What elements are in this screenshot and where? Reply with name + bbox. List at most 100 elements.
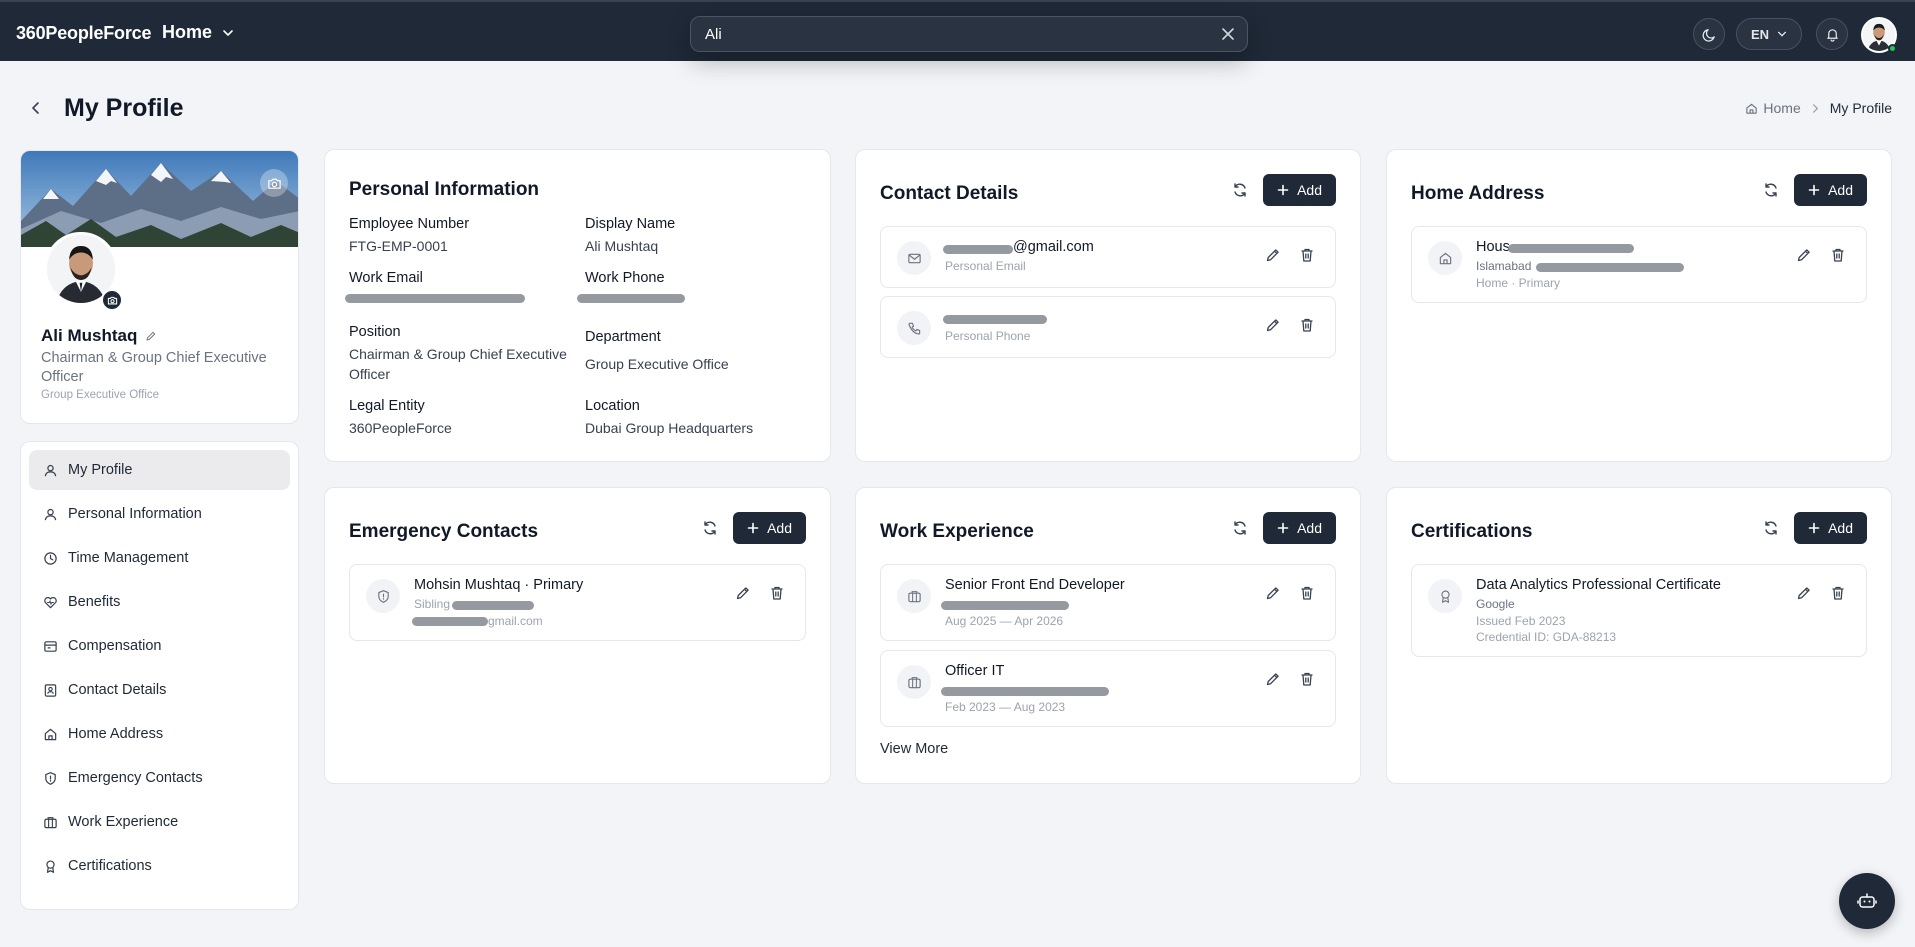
item-actions — [1265, 317, 1315, 333]
sidebar-item-certifications[interactable]: Certifications — [29, 846, 290, 886]
sidebar-item-label: Contact Details — [68, 682, 167, 698]
work-phone-label: Work Phone — [585, 270, 665, 286]
sidebar-item-contact-details[interactable]: Contact Details — [29, 670, 290, 710]
contact-details-title: Contact Details — [880, 183, 1019, 204]
breadcrumb-home-label: Home — [1763, 100, 1801, 116]
refresh-icon[interactable] — [1231, 519, 1249, 537]
add-certification-button[interactable]: Add — [1794, 512, 1867, 544]
edit-icon[interactable] — [1796, 585, 1812, 601]
breadcrumb-home-link[interactable]: Home — [1745, 100, 1801, 116]
work-experience-title: Work Experience — [880, 521, 1034, 542]
search-input[interactable] — [705, 17, 1205, 51]
sidebar-item-personal-information[interactable]: Personal Information — [29, 494, 290, 534]
item-actions — [1265, 671, 1315, 687]
notifications-button[interactable] — [1816, 18, 1848, 50]
work-experience-actions: Add — [1231, 512, 1336, 544]
personal-information-card: Personal Information Employee Number FTG… — [324, 149, 831, 462]
add-emergency-contact-button[interactable]: Add — [733, 512, 806, 544]
chevron-down-icon — [1778, 31, 1787, 37]
legal-entity-label: Legal Entity — [349, 398, 425, 414]
emergency-email-redacted — [412, 617, 488, 626]
refresh-icon[interactable] — [1231, 181, 1249, 199]
back-arrow-icon[interactable] — [28, 100, 44, 116]
sidebar-item-emergency-contacts[interactable]: Emergency Contacts — [29, 758, 290, 798]
work-experience-item: Senior Front End Developer Aug 2025 — Ap… — [880, 564, 1336, 641]
edit-icon[interactable] — [1265, 317, 1281, 333]
theme-toggle-button[interactable] — [1693, 18, 1725, 50]
legal-entity-value: 360PeopleForce — [349, 420, 452, 436]
award-icon — [46, 859, 55, 873]
brand-logo[interactable]: 360PeopleForce — [16, 23, 151, 44]
delete-icon[interactable] — [1299, 317, 1315, 333]
edit-icon[interactable] — [1796, 247, 1812, 263]
home-menu-label: Home — [162, 22, 213, 42]
add-work-experience-button[interactable]: Add — [1263, 512, 1336, 544]
home-menu-dropdown[interactable]: Home — [162, 22, 234, 43]
bell-icon — [1826, 28, 1838, 42]
contact-card-icon — [44, 683, 57, 697]
sidebar-item-benefits[interactable]: Benefits — [29, 582, 290, 622]
home-address-title: Home Address — [1411, 183, 1545, 204]
sidebar-item-my-profile[interactable]: My Profile — [29, 450, 290, 490]
profile-department: Group Executive Office — [41, 389, 160, 401]
briefcase-icon — [907, 676, 921, 688]
heart-icon — [44, 596, 57, 608]
email-redacted — [943, 245, 1013, 254]
item-icon-wrap — [897, 311, 931, 345]
work-email-redacted — [345, 294, 525, 303]
add-contact-button[interactable]: Add — [1263, 174, 1336, 206]
robot-icon — [1857, 893, 1877, 908]
address-title: Hous — [1476, 239, 1510, 255]
work-experience-item: Officer IT Feb 2023 — Aug 2023 — [880, 650, 1336, 727]
language-selector[interactable]: EN — [1736, 18, 1802, 50]
view-more-link[interactable]: View More — [880, 741, 948, 757]
item-actions — [1265, 247, 1315, 263]
add-address-button[interactable]: Add — [1794, 174, 1867, 206]
delete-icon[interactable] — [1830, 247, 1846, 263]
delete-icon[interactable] — [1299, 585, 1315, 601]
user-icon — [44, 464, 57, 476]
refresh-icon[interactable] — [1762, 181, 1780, 199]
home-address-actions: Add — [1762, 174, 1867, 206]
refresh-icon[interactable] — [701, 519, 719, 537]
change-cover-button[interactable] — [260, 169, 288, 197]
emergency-contact-email: gmail.com — [488, 614, 543, 628]
edit-icon[interactable] — [1265, 585, 1281, 601]
shield-icon — [45, 771, 56, 785]
certifications-actions: Add — [1762, 512, 1867, 544]
sidebar-item-work-experience[interactable]: Work Experience — [29, 802, 290, 842]
sidebar-item-home-address[interactable]: Home Address — [29, 714, 290, 754]
plus-icon — [747, 522, 759, 534]
location-label: Location — [585, 398, 640, 414]
work-role: Officer IT — [945, 663, 1005, 679]
add-label: Add — [767, 520, 792, 536]
contact-details-actions: Add — [1231, 174, 1336, 206]
contact-phone-type: Personal Phone — [945, 329, 1031, 343]
edit-name-icon[interactable] — [145, 330, 157, 342]
edit-icon[interactable] — [735, 585, 751, 601]
assistant-bot-button[interactable] — [1839, 873, 1895, 929]
edit-icon[interactable] — [1265, 247, 1281, 263]
camera-icon — [267, 178, 281, 189]
personal-information-title: Personal Information — [349, 179, 540, 200]
clear-search-icon[interactable] — [1221, 27, 1235, 41]
phone-redacted — [943, 315, 1047, 324]
sidebar-item-time-management[interactable]: Time Management — [29, 538, 290, 578]
delete-icon[interactable] — [1299, 247, 1315, 263]
sidebar-item-label: Work Experience — [68, 814, 179, 830]
moon-icon — [1702, 28, 1715, 42]
delete-icon[interactable] — [1830, 585, 1846, 601]
refresh-icon[interactable] — [1762, 519, 1780, 537]
edit-icon[interactable] — [1265, 671, 1281, 687]
award-icon — [1440, 590, 1450, 603]
delete-icon[interactable] — [1299, 671, 1315, 687]
contact-item-phone: Personal Phone — [880, 296, 1336, 358]
add-label: Add — [1297, 182, 1322, 198]
top-bar: 360PeopleForce Home EN — [0, 0, 1915, 61]
display-name-label: Display Name — [585, 216, 676, 232]
change-photo-button[interactable] — [101, 289, 123, 311]
delete-icon[interactable] — [769, 585, 785, 601]
certification-issuer: Google — [1476, 597, 1515, 611]
sidebar-item-compensation[interactable]: Compensation — [29, 626, 290, 666]
online-status-dot — [1888, 44, 1897, 53]
